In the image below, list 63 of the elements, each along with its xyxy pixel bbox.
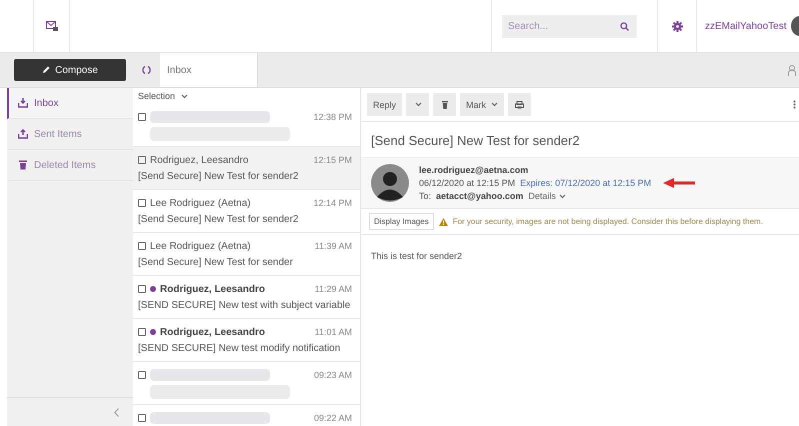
mark-button[interactable]: Mark xyxy=(460,93,504,116)
checkbox[interactable] xyxy=(138,156,146,164)
search-field[interactable]: Search... xyxy=(502,14,616,38)
download-tray-icon xyxy=(18,98,28,108)
display-images-button[interactable]: Display Images xyxy=(369,213,434,230)
message-subject: [Send Secure] New Test for sender2 xyxy=(138,171,300,182)
message-time: 11:01 AM xyxy=(314,327,352,337)
sender-name: Rodriguez, Leesandro xyxy=(160,326,266,338)
expiry-date: Expires: 07/12/2020 at 12:15 PM xyxy=(520,178,652,188)
checkbox[interactable] xyxy=(138,328,146,336)
message-subject: [SEND SECURE] New test with subject variable xyxy=(138,300,352,311)
tab[interactable]: Inbox xyxy=(160,53,258,87)
sender-name: Lee Rodriguez (Aetna) xyxy=(150,240,251,252)
chevron-down-icon xyxy=(415,102,422,107)
trash-icon xyxy=(442,100,448,108)
checkbox[interactable] xyxy=(138,113,146,121)
message-time: 11:39 AM xyxy=(314,241,352,251)
sender-name: Lee Rodriguez (Aetna) xyxy=(150,198,251,208)
message-row[interactable]: Rodriguez, Leesandro 12:15 PM [Send Secure] New Test for sender2 xyxy=(133,147,360,190)
recipient-email: aetacct@yahoo.com xyxy=(436,191,524,201)
message-time: 12:14 PM xyxy=(313,198,352,208)
checkbox[interactable] xyxy=(138,285,146,293)
sender-name: Rodriguez, Leesandro xyxy=(150,154,248,166)
arrow-annotation-icon xyxy=(662,177,696,189)
message-subject: [SEND SECURE] New test modify notification xyxy=(138,343,342,354)
upload-tray-icon xyxy=(18,129,28,139)
message-subject: [Send Secure] New Test for sender xyxy=(138,257,294,268)
checkbox[interactable] xyxy=(138,199,146,207)
message-subject: [Send Secure] New Test for sender2 xyxy=(138,214,300,225)
selection-dropdown[interactable]: Selection xyxy=(133,88,360,104)
chevron-down-icon xyxy=(491,102,498,107)
email-body: This is test for sender2 xyxy=(370,250,464,263)
folder-item[interactable]: Inbox xyxy=(7,88,133,119)
sender-name: Rodriguez, Leesandro xyxy=(160,284,266,294)
search-icon[interactable] xyxy=(616,14,637,38)
printer-icon xyxy=(515,100,524,108)
message-time: 12:38 PM xyxy=(313,112,352,122)
details-link[interactable]: Details xyxy=(528,191,566,201)
chevron-down-icon xyxy=(558,194,566,198)
avatar-silhouette-icon xyxy=(371,164,409,202)
delete-button[interactable] xyxy=(433,93,456,116)
message-time: 09:22 AM xyxy=(314,413,352,423)
sender-email: lee.rodriguez@aetna.com xyxy=(419,165,530,175)
checkbox[interactable] xyxy=(138,371,146,379)
to-label: To: xyxy=(419,191,432,201)
checkbox[interactable] xyxy=(138,414,146,422)
checkbox[interactable] xyxy=(138,242,146,250)
warning-icon xyxy=(438,218,448,226)
reply-button[interactable]: Reply xyxy=(367,93,402,116)
envelope-lock-icon xyxy=(46,21,58,31)
chevron-down-icon xyxy=(181,94,188,98)
trash-icon xyxy=(18,160,28,170)
settings-icon[interactable] xyxy=(672,20,682,32)
pencil-icon xyxy=(42,66,50,74)
email-subject: [Send Secure] New Test for sender2 xyxy=(370,132,581,150)
print-button[interactable] xyxy=(508,93,532,116)
message-time: 09:23 AM xyxy=(314,370,352,380)
user-name[interactable]: zzEMailYahooTest xyxy=(705,20,787,32)
security-warning: For your security, images are not being displayed. Consider this before displaying them. xyxy=(452,217,763,226)
message-time: 11:29 AM xyxy=(314,284,352,294)
compose-button[interactable]: Compose xyxy=(14,59,126,81)
sent-date: 06/12/2020 at 12:15 PM xyxy=(419,178,516,188)
message-time: 12:15 PM xyxy=(313,155,352,165)
